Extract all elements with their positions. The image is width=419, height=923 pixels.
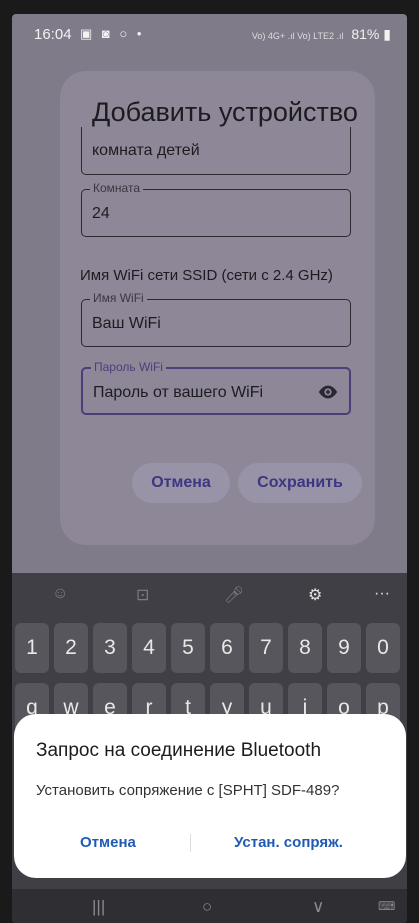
notification-icons: ▣ ◙ ○ • <box>80 26 145 41</box>
battery-icon: ▮ <box>383 26 391 42</box>
wifi-password-label: Пароль WiFi <box>91 360 166 374</box>
dialog-title: Добавить устройство <box>92 97 358 127</box>
wifi-ssid-hint: Имя WiFi сети SSID (сети с 2.4 GHz) <box>80 267 333 284</box>
key-3[interactable]: 3 <box>93 623 127 673</box>
room-value: 24 <box>92 205 110 222</box>
show-password-icon[interactable] <box>317 381 339 403</box>
signal-icon: Vo) 4G+ .ıl Vo) LTE2 .ıl <box>251 31 344 41</box>
bluetooth-pairing-prompt: Запрос на соединение Bluetooth Установит… <box>14 714 406 878</box>
key-4[interactable]: 4 <box>132 623 166 673</box>
wifi-password-field[interactable]: Пароль WiFi Пароль от вашего WiFi <box>81 360 351 415</box>
emoji-icon[interactable]: ☺ <box>52 585 68 603</box>
status-time: 16:04 <box>34 26 72 43</box>
bluetooth-prompt-title: Запрос на соединение Bluetooth <box>36 740 322 761</box>
wifi-name-field[interactable]: Имя WiFi Ваш WiFi <box>81 291 351 347</box>
save-button[interactable]: Сохранить <box>238 463 362 503</box>
recents-icon[interactable]: ||| <box>92 897 105 917</box>
phone-screen: 16:04 ▣ ◙ ○ • Vo) 4G+ .ıl Vo) LTE2 .ıl 8… <box>12 14 407 923</box>
bluetooth-cancel-button[interactable]: Отмена <box>80 834 136 851</box>
bluetooth-prompt-message: Установить сопряжение с [SPHT] SDF-489? <box>36 782 340 799</box>
device-name-field[interactable]: комната детей <box>81 127 351 175</box>
key-9[interactable]: 9 <box>327 623 361 673</box>
room-field[interactable]: Комната 24 <box>81 181 351 237</box>
battery-level: 81% <box>351 26 380 42</box>
key-5[interactable]: 5 <box>171 623 205 673</box>
sticker-icon[interactable]: ⊡ <box>136 585 149 605</box>
keyboard-hide-icon[interactable]: ⌨ <box>378 899 395 913</box>
status-bar: 16:04 ▣ ◙ ○ • Vo) 4G+ .ıl Vo) LTE2 .ıl 8… <box>12 14 407 56</box>
device-name-value: комната детей <box>92 142 200 159</box>
wifi-name-label: Имя WiFi <box>90 291 147 305</box>
bluetooth-pair-button[interactable]: Устан. сопряж. <box>234 834 343 851</box>
cancel-button[interactable]: Отмена <box>132 463 230 503</box>
button-divider <box>190 834 191 852</box>
key-1[interactable]: 1 <box>15 623 49 673</box>
room-label: Комната <box>90 181 143 195</box>
microphone-icon[interactable]: 🎤︎ <box>224 585 244 605</box>
home-icon[interactable]: ○ <box>202 897 212 917</box>
wifi-password-value: Пароль от вашего WiFi <box>93 384 264 401</box>
keyboard-toolbar: ☺ ⊡ 🎤︎ ⚙ ··· <box>12 573 407 617</box>
wifi-name-value: Ваш WiFi <box>92 315 161 332</box>
key-0[interactable]: 0 <box>366 623 400 673</box>
key-2[interactable]: 2 <box>54 623 88 673</box>
add-device-dialog: Добавить устройство комната детей Комнат… <box>60 71 375 545</box>
key-8[interactable]: 8 <box>288 623 322 673</box>
settings-icon[interactable]: ⚙ <box>308 585 322 605</box>
navigation-bar: ||| ○ ∨ ⌨ <box>12 889 407 923</box>
key-7[interactable]: 7 <box>249 623 283 673</box>
status-right: Vo) 4G+ .ıl Vo) LTE2 .ıl 81% ▮ <box>252 26 391 43</box>
more-icon[interactable]: ··· <box>374 585 390 603</box>
back-icon[interactable]: ∨ <box>312 897 324 917</box>
key-6[interactable]: 6 <box>210 623 244 673</box>
